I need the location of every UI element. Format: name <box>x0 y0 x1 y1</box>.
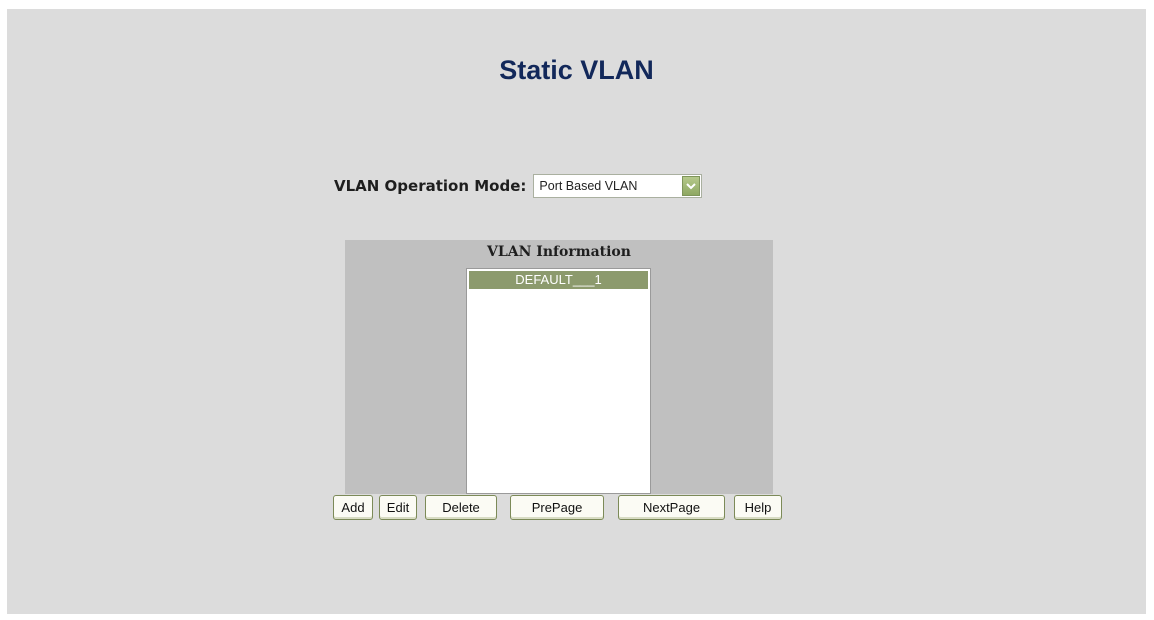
help-button[interactable]: Help <box>734 495 782 520</box>
vlan-list[interactable]: DEFAULT___1 <box>466 268 651 494</box>
operation-mode-value: Port Based VLAN <box>539 179 638 193</box>
vlan-information-panel: VLAN Information DEFAULT___1 <box>345 240 773 494</box>
operation-mode-row: VLAN Operation Mode: Port Based VLAN <box>334 173 703 199</box>
page-title: Static VLAN <box>499 55 654 85</box>
operation-mode-label: VLAN Operation Mode: <box>334 177 527 195</box>
delete-button[interactable]: Delete <box>425 495 497 520</box>
nextpage-button[interactable]: NextPage <box>618 495 725 520</box>
chevron-down-icon[interactable] <box>682 176 701 196</box>
content-area: Static VLAN VLAN Operation Mode: Port Ba… <box>7 9 1146 614</box>
operation-mode-select[interactable]: Port Based VLAN <box>533 174 703 198</box>
prepage-button[interactable]: PrePage <box>510 495 604 520</box>
vlan-information-title: VLAN Information <box>487 244 631 260</box>
vlan-list-item[interactable]: DEFAULT___1 <box>469 271 648 289</box>
edit-button[interactable]: Edit <box>379 495 417 520</box>
add-button[interactable]: Add <box>333 495 373 520</box>
